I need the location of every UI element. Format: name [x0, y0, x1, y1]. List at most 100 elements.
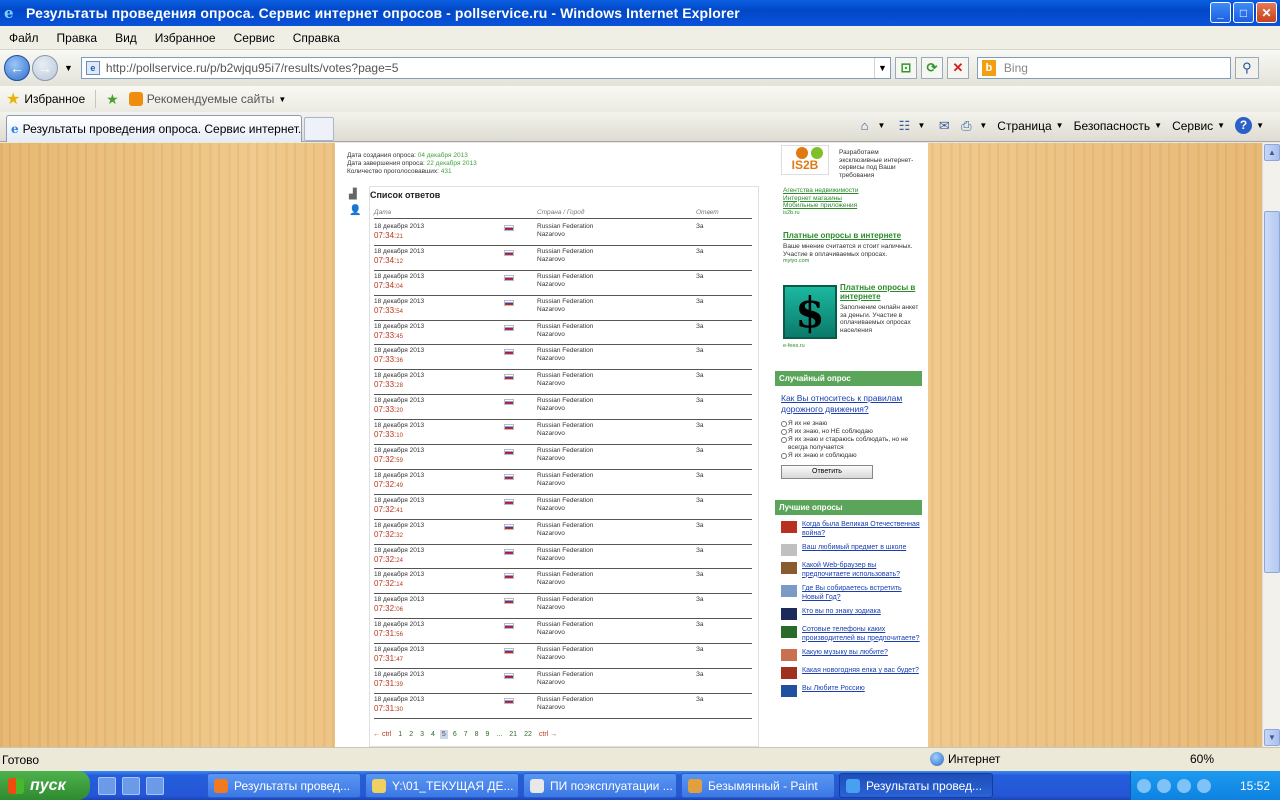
suggested-sites-link[interactable]: Рекомендуемые сайты — [147, 92, 275, 106]
page-link[interactable]: 4 — [429, 730, 437, 739]
page-link[interactable]: 21 — [507, 730, 519, 739]
tray-icon[interactable] — [1137, 778, 1151, 793]
chart-icon[interactable]: ▟ — [349, 189, 357, 200]
chevron-down-icon[interactable]: ▼ — [979, 121, 987, 130]
chevron-down-icon[interactable]: ▼ — [1256, 121, 1264, 130]
next-page-link[interactable]: ctrl → — [537, 730, 559, 739]
taskbar-ie[interactable]: Результаты провед... — [839, 773, 993, 798]
quick-launch-icon[interactable] — [146, 776, 164, 795]
favorites-button[interactable]: Избранное — [24, 92, 85, 106]
page-link[interactable]: 1 — [396, 730, 404, 739]
poll-option[interactable]: Я их знаю и стараюсь соблюдать, но не вс… — [781, 436, 921, 452]
chevron-down-icon[interactable]: ▼ — [878, 121, 886, 130]
safety-menu[interactable]: Безопасность — [1074, 119, 1151, 133]
stop-icon[interactable]: ✕ — [946, 57, 969, 79]
tools-menu[interactable]: Сервис — [1172, 119, 1213, 133]
dollar-ad-image[interactable]: $ — [783, 285, 837, 339]
best-poll-item[interactable]: Где Вы собираетесь встретить Новый Год? — [781, 585, 921, 602]
best-poll-item[interactable]: Кто вы по знаку зодиака — [781, 608, 921, 620]
back-button[interactable]: ← — [4, 55, 30, 81]
scroll-down-icon[interactable]: ▼ — [1264, 729, 1280, 746]
page-link[interactable]: 2 — [407, 730, 415, 739]
add-favorite-icon[interactable]: ★ — [106, 91, 119, 108]
maximize-button[interactable]: □ — [1233, 2, 1254, 23]
scroll-up-icon[interactable]: ▲ — [1264, 144, 1280, 161]
best-poll-link[interactable]: Какую музыку вы любите? — [802, 649, 888, 658]
best-poll-item[interactable]: Какую музыку вы любите? — [781, 649, 921, 661]
feeds-icon[interactable]: ☷ — [895, 118, 913, 134]
best-poll-link[interactable]: Какая новогодняя елка у вас будет? — [802, 667, 919, 676]
help-icon[interactable]: ? — [1235, 117, 1253, 134]
refresh-icon[interactable]: ⟳ — [920, 57, 943, 79]
search-icon[interactable]: ⚲ — [1234, 57, 1259, 79]
random-poll-question[interactable]: Как Вы относитесь к правилам дорожного д… — [781, 393, 919, 415]
radio-icon[interactable] — [781, 437, 787, 443]
volume-icon[interactable] — [1197, 778, 1211, 793]
ad-link-realty[interactable]: Агентства недвижимости — [783, 187, 921, 195]
favorites-star-icon[interactable]: ★ — [6, 89, 20, 109]
best-poll-link[interactable]: Сотовые телефоны каких производителей вы… — [802, 626, 921, 643]
home-icon[interactable]: ⌂ — [856, 118, 874, 134]
chevron-down-icon[interactable]: ▼ — [1056, 121, 1064, 130]
compat-view-icon[interactable]: ⊡ — [894, 57, 917, 79]
search-input[interactable]: b Bing — [976, 57, 1231, 79]
address-bar[interactable]: e http://pollservice.ru/p/b2wjqu95i7/res… — [80, 57, 891, 79]
radio-icon[interactable] — [781, 429, 787, 435]
tray-icon[interactable] — [1177, 778, 1191, 793]
page-link[interactable]: 9 — [484, 730, 492, 739]
ad-link-shops[interactable]: Интернет магазины — [783, 195, 921, 203]
radio-icon[interactable] — [781, 421, 787, 427]
scroll-thumb[interactable] — [1264, 211, 1280, 573]
ad-link-mobile[interactable]: Мобильные приложения — [783, 202, 921, 210]
address-url[interactable]: http://pollservice.ru/p/b2wjqu95i7/resul… — [106, 61, 874, 75]
page-link[interactable]: 22 — [522, 730, 534, 739]
page-link[interactable]: 7 — [462, 730, 470, 739]
chevron-down-icon[interactable]: ▼ — [1217, 121, 1225, 130]
vertical-scrollbar[interactable]: ▲ ▼ — [1262, 143, 1280, 747]
menu-edit[interactable]: Правка — [48, 31, 107, 45]
user-icon[interactable]: 👤 — [349, 205, 361, 216]
new-tab-button[interactable] — [304, 117, 334, 141]
page-link[interactable]: 6 — [451, 730, 459, 739]
best-poll-link[interactable]: Где Вы собираетесь встретить Новый Год? — [802, 585, 921, 602]
menu-file[interactable]: Файл — [0, 31, 48, 45]
poll-option[interactable]: Я их знаю, но НЕ соблюдаю — [781, 428, 921, 436]
best-poll-link[interactable]: Ваш любимый предмет в школе — [802, 544, 906, 553]
taskbar-firefox[interactable]: Результаты провед... — [207, 773, 361, 798]
menu-favorites[interactable]: Избранное — [146, 31, 225, 45]
address-dropdown-icon[interactable]: ▼ — [873, 58, 890, 78]
page-link[interactable]: 8 — [473, 730, 481, 739]
poll-option[interactable]: Я их не знаю — [781, 420, 921, 428]
chevron-down-icon[interactable]: ▼ — [1154, 121, 1162, 130]
vote-button[interactable]: Ответить — [781, 465, 873, 479]
minimize-button[interactable]: _ — [1210, 2, 1231, 23]
prev-page-link[interactable]: ← ctrl — [371, 730, 393, 739]
start-button[interactable]: пуск — [0, 771, 90, 800]
best-poll-item[interactable]: Когда была Великая Отечественная война? — [781, 521, 921, 538]
quick-launch-icon[interactable] — [122, 776, 140, 795]
best-poll-link[interactable]: Какой Web-браузер вы предпочитаете испол… — [802, 562, 921, 579]
best-poll-link[interactable]: Кто вы по знаку зодиака — [802, 608, 881, 617]
best-poll-link[interactable]: Когда была Великая Отечественная война? — [802, 521, 921, 538]
taskbar-doc[interactable]: ПИ поэксплуатации ... — [523, 773, 677, 798]
best-poll-item[interactable]: Какая новогодняя елка у вас будет? — [781, 667, 921, 679]
chevron-down-icon[interactable]: ▼ — [917, 121, 925, 130]
taskbar-folder[interactable]: Y:\01_ТЕКУЩАЯ ДЕ... — [365, 773, 519, 798]
menu-tools[interactable]: Сервис — [225, 31, 284, 45]
mail-icon[interactable]: ✉ — [935, 118, 953, 134]
best-poll-item[interactable]: Какой Web-браузер вы предпочитаете испол… — [781, 562, 921, 579]
print-icon[interactable]: ⎙ — [957, 118, 975, 134]
radio-icon[interactable] — [781, 453, 787, 459]
best-poll-item[interactable]: Вы Любите Россию — [781, 685, 921, 697]
menu-help[interactable]: Справка — [284, 31, 349, 45]
best-poll-item[interactable]: Ваш любимый предмет в школе — [781, 544, 921, 556]
menu-view[interactable]: Вид — [106, 31, 146, 45]
close-button[interactable]: ✕ — [1256, 2, 1277, 23]
best-poll-item[interactable]: Сотовые телефоны каких производителей вы… — [781, 626, 921, 643]
forward-button[interactable]: → — [32, 55, 58, 81]
tray-icon[interactable] — [1157, 778, 1171, 793]
is2b-logo[interactable]: IS2B — [781, 145, 829, 175]
quick-launch-icon[interactable] — [98, 776, 116, 795]
tab-active[interactable]: e Результаты проведения опроса. Сервис и… — [6, 115, 302, 142]
history-dropdown-icon[interactable]: ▼ — [64, 63, 73, 73]
